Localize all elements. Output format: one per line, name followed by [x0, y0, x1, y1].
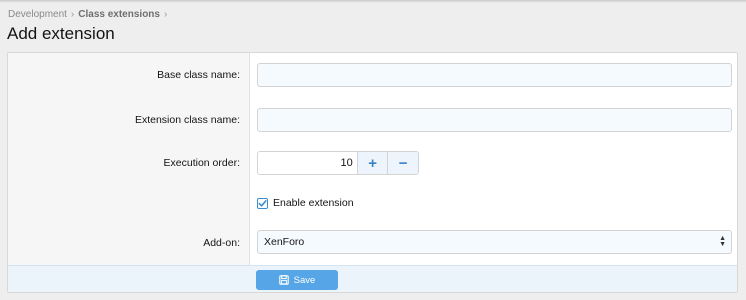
increment-button[interactable]: + — [356, 152, 388, 174]
extension-class-input[interactable] — [257, 108, 732, 132]
base-class-label: Base class name: — [157, 69, 240, 81]
enable-extension-label: Enable extension — [273, 197, 354, 209]
enable-extension-option[interactable]: Enable extension — [257, 197, 354, 209]
breadcrumb: Development › Class extensions › — [8, 9, 171, 20]
addon-selected-value: XenForo — [264, 236, 305, 248]
base-class-input[interactable] — [257, 63, 732, 87]
minus-icon: − — [398, 154, 408, 172]
save-button[interactable]: Save — [256, 270, 338, 290]
save-button-label: Save — [293, 274, 316, 286]
extension-class-label: Extension class name: — [134, 114, 240, 126]
breadcrumb-development[interactable]: Development — [8, 9, 67, 20]
page-title: Add extension — [7, 24, 115, 43]
save-icon — [278, 275, 289, 285]
top-shadow — [0, 0, 746, 3]
execution-order-input[interactable]: 10 — [258, 152, 357, 174]
form-footer: Save — [8, 265, 737, 292]
breadcrumb-separator: › — [70, 9, 75, 20]
breadcrumb-separator: › — [163, 9, 168, 20]
execution-order-stepper: 10 + − — [257, 151, 419, 175]
addon-select[interactable]: XenForo ▲ ▼ — [257, 230, 732, 254]
decrement-button[interactable]: − — [387, 152, 418, 174]
plus-icon: + — [368, 154, 377, 172]
execution-order-label: Execution order: — [163, 157, 240, 169]
breadcrumb-class-extensions[interactable]: Class extensions — [78, 9, 160, 20]
enable-extension-checkbox[interactable] — [257, 197, 268, 209]
checkmark-icon — [258, 199, 267, 207]
add-extension-form: Base class name: Extension class name: E… — [7, 52, 738, 293]
arrow-down-icon: ▼ — [719, 241, 726, 248]
addon-label: Add-on: — [203, 237, 240, 249]
select-arrows-icon: ▲ ▼ — [719, 235, 726, 248]
